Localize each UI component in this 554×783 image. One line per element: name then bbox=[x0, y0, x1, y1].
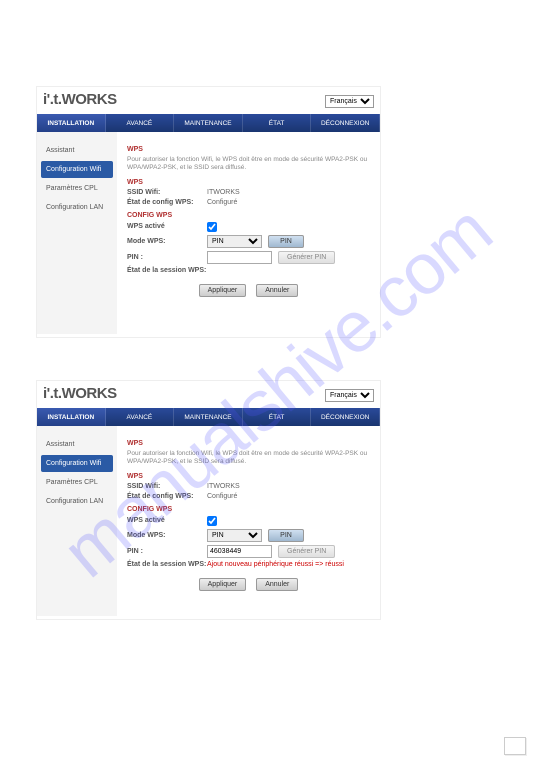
generate-pin-button[interactable]: Générer PIN bbox=[278, 545, 335, 558]
wps-description: Pour autoriser la fonction Wifi, le WPS … bbox=[127, 450, 370, 467]
wps-mode-select[interactable]: PIN bbox=[207, 235, 262, 248]
header-bar: i'.t.WORKS Français bbox=[37, 381, 380, 408]
section-title-wps2: WPS bbox=[127, 473, 370, 480]
session-state-label: État de la session WPS: bbox=[127, 561, 207, 568]
ssid-label: SSID Wifi: bbox=[127, 483, 207, 490]
page-fold-icon bbox=[504, 737, 526, 755]
router-ui-panel-1: i'.t.WORKS Français INSTALLATION AVANCÉ … bbox=[36, 86, 381, 338]
section-title-wps: WPS bbox=[127, 440, 370, 447]
sidebar-item-param-cpl[interactable]: Paramètres CPL bbox=[41, 180, 113, 197]
wps-state-label: État de config WPS: bbox=[127, 199, 207, 206]
sidebar-item-config-lan[interactable]: Configuration LAN bbox=[41, 199, 113, 216]
content-area: WPS Pour autoriser la fonction Wifi, le … bbox=[117, 426, 380, 616]
sidebar: Assistant Configuration Wifi Paramètres … bbox=[37, 426, 117, 616]
section-title-config-wps: CONFIG WPS bbox=[127, 506, 370, 513]
pin-button[interactable]: PIN bbox=[268, 235, 304, 248]
sidebar: Assistant Configuration Wifi Paramètres … bbox=[37, 132, 117, 334]
section-title-wps2: WPS bbox=[127, 179, 370, 186]
language-select[interactable]: Français bbox=[325, 95, 374, 108]
sidebar-item-assistant[interactable]: Assistant bbox=[41, 142, 113, 159]
pin-button[interactable]: PIN bbox=[268, 529, 304, 542]
tab-maintenance[interactable]: MAINTENANCE bbox=[174, 408, 243, 426]
wps-description: Pour autoriser la fonction Wifi, le WPS … bbox=[127, 156, 370, 173]
wps-mode-label: Mode WPS: bbox=[127, 238, 207, 245]
wps-active-label: WPS activé bbox=[127, 223, 207, 230]
tab-deconnexion[interactable]: DÉCONNEXION bbox=[311, 408, 380, 426]
wps-state-value: Configuré bbox=[207, 493, 237, 500]
nav-tabs: INSTALLATION AVANCÉ MAINTENANCE ÉTAT DÉC… bbox=[37, 114, 380, 132]
form-actions: Appliquer Annuler bbox=[127, 284, 370, 297]
router-ui-panel-2: i'.t.WORKS Français INSTALLATION AVANCÉ … bbox=[36, 380, 381, 620]
pin-input[interactable] bbox=[207, 545, 272, 558]
tab-installation[interactable]: INSTALLATION bbox=[37, 114, 106, 132]
wps-mode-label: Mode WPS: bbox=[127, 532, 207, 539]
logo: i'.t.WORKS bbox=[43, 385, 117, 402]
wps-active-checkbox[interactable] bbox=[207, 516, 217, 526]
logo: i'.t.WORKS bbox=[43, 91, 117, 108]
tab-avance[interactable]: AVANCÉ bbox=[106, 408, 175, 426]
ssid-value: ITWORKS bbox=[207, 483, 240, 490]
wps-state-value: Configuré bbox=[207, 199, 237, 206]
tab-maintenance[interactable]: MAINTENANCE bbox=[174, 114, 243, 132]
cancel-button[interactable]: Annuler bbox=[256, 284, 298, 297]
session-state-value: Ajout nouveau périphérique réussi => réu… bbox=[207, 561, 344, 568]
wps-mode-select[interactable]: PIN bbox=[207, 529, 262, 542]
sidebar-item-assistant[interactable]: Assistant bbox=[41, 436, 113, 453]
section-title-config-wps: CONFIG WPS bbox=[127, 212, 370, 219]
sidebar-item-config-wifi[interactable]: Configuration Wifi bbox=[41, 455, 113, 472]
wps-state-label: État de config WPS: bbox=[127, 493, 207, 500]
content-area: WPS Pour autoriser la fonction Wifi, le … bbox=[117, 132, 380, 334]
cancel-button[interactable]: Annuler bbox=[256, 578, 298, 591]
tab-etat[interactable]: ÉTAT bbox=[243, 114, 312, 132]
apply-button[interactable]: Appliquer bbox=[199, 578, 247, 591]
tab-avance[interactable]: AVANCÉ bbox=[106, 114, 175, 132]
wps-active-checkbox[interactable] bbox=[207, 222, 217, 232]
session-state-label: État de la session WPS: bbox=[127, 267, 207, 274]
generate-pin-button[interactable]: Générer PIN bbox=[278, 251, 335, 264]
sidebar-item-param-cpl[interactable]: Paramètres CPL bbox=[41, 474, 113, 491]
wps-active-label: WPS activé bbox=[127, 517, 207, 524]
tab-etat[interactable]: ÉTAT bbox=[243, 408, 312, 426]
ssid-value: ITWORKS bbox=[207, 189, 240, 196]
header-bar: i'.t.WORKS Français bbox=[37, 87, 380, 114]
pin-label: PIN : bbox=[127, 254, 207, 261]
pin-input[interactable] bbox=[207, 251, 272, 264]
ssid-label: SSID Wifi: bbox=[127, 189, 207, 196]
tab-installation[interactable]: INSTALLATION bbox=[37, 408, 106, 426]
sidebar-item-config-lan[interactable]: Configuration LAN bbox=[41, 493, 113, 510]
apply-button[interactable]: Appliquer bbox=[199, 284, 247, 297]
pin-label: PIN : bbox=[127, 548, 207, 555]
nav-tabs: INSTALLATION AVANCÉ MAINTENANCE ÉTAT DÉC… bbox=[37, 408, 380, 426]
section-title-wps: WPS bbox=[127, 146, 370, 153]
language-select[interactable]: Français bbox=[325, 389, 374, 402]
tab-deconnexion[interactable]: DÉCONNEXION bbox=[311, 114, 380, 132]
form-actions: Appliquer Annuler bbox=[127, 578, 370, 591]
sidebar-item-config-wifi[interactable]: Configuration Wifi bbox=[41, 161, 113, 178]
